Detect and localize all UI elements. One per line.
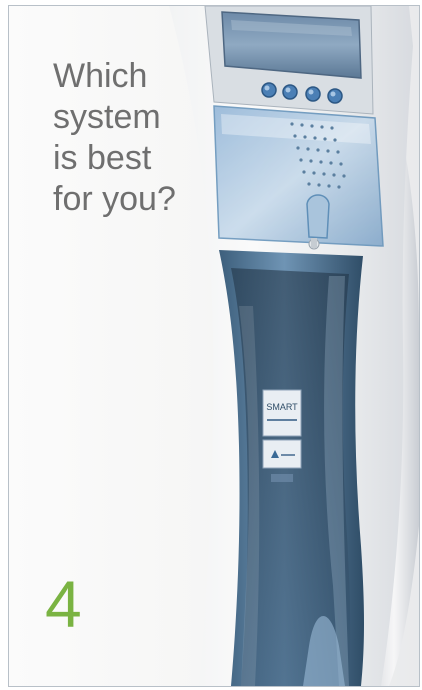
- cover-latch: [306, 194, 330, 239]
- headline-line-4: for you?: [53, 180, 176, 218]
- photo-frame: SMART Which system is best for you? 4: [8, 5, 420, 687]
- page-number: 4: [45, 567, 82, 641]
- headline-line-1: Which: [53, 57, 148, 95]
- smart-card-slot: SMART: [262, 389, 302, 482]
- headline-line-2: system: [53, 98, 161, 136]
- headline-line-3: is best: [53, 139, 152, 177]
- smart-card-label: SMART: [266, 402, 298, 412]
- headline: Which system is best for you?: [53, 56, 176, 220]
